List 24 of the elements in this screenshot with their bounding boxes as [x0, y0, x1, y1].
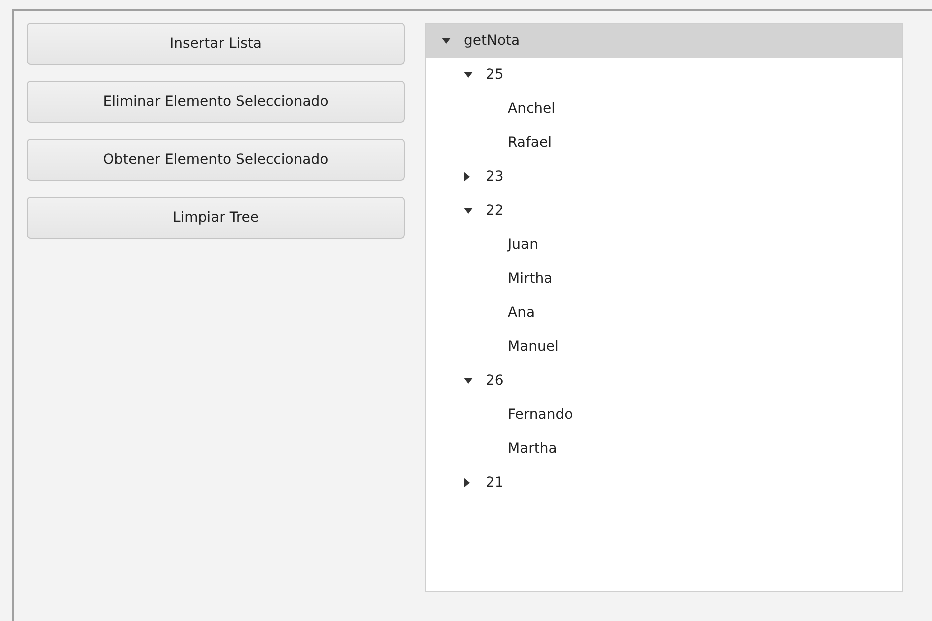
tree-item[interactable]: Juan — [426, 228, 902, 262]
tree-item[interactable]: 25 — [426, 58, 902, 92]
tree-item[interactable]: Anchel — [426, 92, 902, 126]
collapsed-arrow-icon[interactable] — [464, 172, 470, 182]
tree-item[interactable]: 22 — [426, 194, 902, 228]
action-button[interactable]: Obtener Elemento Seleccionado — [27, 139, 405, 181]
tree-item[interactable]: 21 — [426, 466, 902, 500]
tree-item[interactable]: Ana — [426, 296, 902, 330]
tree-item[interactable]: Manuel — [426, 330, 902, 364]
expanded-arrow-icon[interactable] — [464, 208, 473, 214]
action-button[interactable]: Insertar Lista — [27, 23, 405, 65]
expanded-arrow-icon[interactable] — [464, 72, 473, 78]
tree-item[interactable]: Martha — [426, 432, 902, 466]
expanded-arrow-icon[interactable] — [464, 378, 473, 384]
expanded-arrow-icon[interactable] — [442, 38, 451, 44]
tree-item[interactable]: 26 — [426, 364, 902, 398]
collapsed-arrow-icon[interactable] — [464, 478, 470, 488]
tree-item[interactable]: 23 — [426, 160, 902, 194]
tree-item[interactable]: Fernando — [426, 398, 902, 432]
tree-item[interactable]: Rafael — [426, 126, 902, 160]
tree-item[interactable]: Mirtha — [426, 262, 902, 296]
tree-item[interactable]: getNota — [426, 24, 902, 58]
action-button[interactable]: Eliminar Elemento Seleccionado — [27, 81, 405, 123]
action-button[interactable]: Limpiar Tree — [27, 197, 405, 239]
